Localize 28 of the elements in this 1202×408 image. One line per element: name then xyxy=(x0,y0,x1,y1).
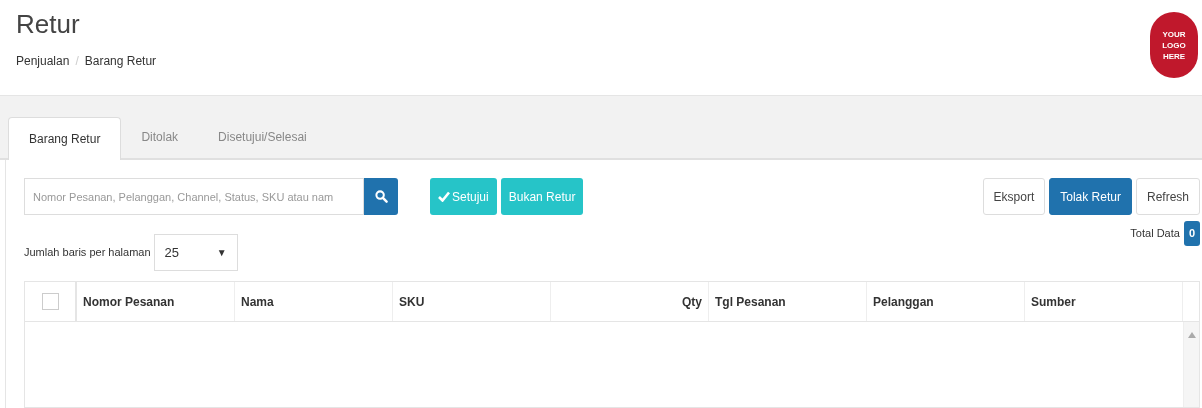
toolbar-button[interactable]: Eksport xyxy=(982,178,1046,215)
select-all-checkbox[interactable] xyxy=(41,293,59,310)
column-header[interactable]: Qty xyxy=(551,282,709,321)
check-icon xyxy=(438,191,450,202)
column-header[interactable]: Tgl Pesanan xyxy=(709,282,867,321)
breadcrumb-link[interactable]: Penjualan xyxy=(16,52,70,70)
total-count: 0 xyxy=(1183,221,1200,246)
search-button[interactable] xyxy=(364,178,398,215)
search-field[interactable]: Nomor Pesanan, Pelanggan, Channel, Status, SKU atau nam xyxy=(24,178,364,215)
logo: YOUR LOGO HERE xyxy=(1150,12,1198,78)
page-size-label: Jumlah baris per halaman xyxy=(24,245,151,261)
breadcrumb-link[interactable]: Barang Retur xyxy=(84,52,157,70)
tab[interactable]: Barang Retur xyxy=(8,117,122,160)
column-header[interactable]: SKU xyxy=(393,282,551,321)
scrollbar[interactable] xyxy=(1183,322,1199,407)
caret-icon: ▼ xyxy=(216,245,227,260)
toolbar-button[interactable]: Tolak Retur xyxy=(1049,178,1132,215)
column-header[interactable]: Nama xyxy=(235,282,393,321)
column-header[interactable]: Sumber xyxy=(1025,282,1183,321)
column-header[interactable]: Nomor Pesanan xyxy=(77,282,235,321)
breadcrumb-separator: / xyxy=(75,53,79,70)
search-icon xyxy=(374,190,388,203)
column-header[interactable]: Pelanggan xyxy=(867,282,1025,321)
toolbar-button[interactable]: Refresh xyxy=(1135,178,1200,215)
scroll-up-icon[interactable] xyxy=(1187,332,1196,338)
total-label: Total Data xyxy=(1130,226,1180,241)
page-title: Retur xyxy=(16,8,81,40)
page-size-select[interactable]: 25 ▼ xyxy=(153,234,238,271)
